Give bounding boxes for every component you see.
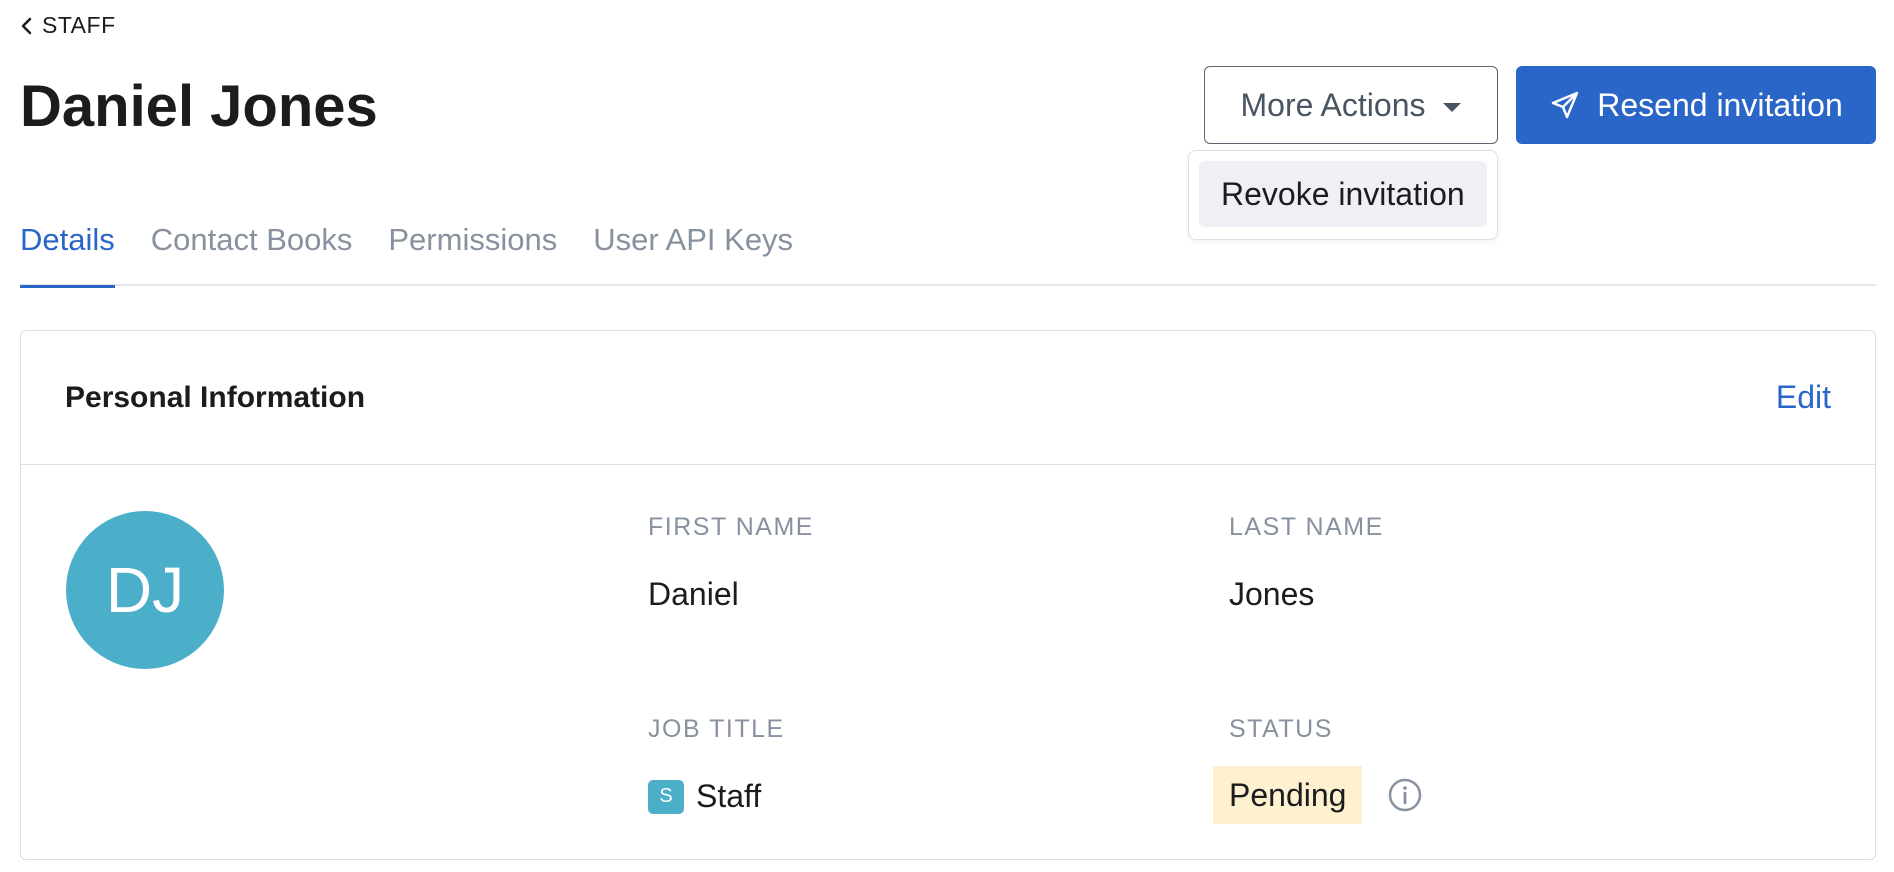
caret-down-icon — [1443, 102, 1462, 112]
job-title-field: JOB TITLE S Staff — [648, 715, 785, 815]
tab-bar: Details Contact Books Permissions User A… — [20, 210, 1876, 288]
tab-details[interactable]: Details — [20, 210, 115, 288]
first-name-value: Daniel — [648, 576, 739, 612]
last-name-field: LAST NAME Jones — [1229, 513, 1384, 613]
last-name-label: LAST NAME — [1229, 513, 1384, 541]
job-title-label: JOB TITLE — [648, 715, 785, 743]
breadcrumb-back-link[interactable]: STAFF — [20, 12, 116, 39]
personal-information-card: Personal Information Edit DJ FIRST NAME … — [20, 330, 1876, 860]
tab-user-api-keys[interactable]: User API Keys — [593, 210, 793, 286]
card-header: Personal Information Edit — [21, 331, 1875, 465]
tab-permissions[interactable]: Permissions — [388, 210, 557, 286]
status-label: STATUS — [1229, 715, 1333, 743]
breadcrumb-label: STAFF — [42, 12, 116, 38]
edit-link[interactable]: Edit — [1776, 379, 1831, 416]
more-actions-label: More Actions — [1240, 86, 1426, 123]
status-value-row: Pending — [1213, 766, 1424, 824]
status-field: STATUS Pending — [1213, 715, 1424, 824]
staff-detail-page: STAFF Daniel Jones More Actions Resend i… — [0, 0, 1894, 872]
card-title: Personal Information — [65, 380, 366, 414]
info-icon[interactable] — [1386, 776, 1424, 814]
resend-invitation-button[interactable]: Resend invitation — [1516, 66, 1876, 144]
tab-contact-books[interactable]: Contact Books — [151, 210, 353, 286]
job-title-badge: S — [648, 779, 684, 814]
page-title: Daniel Jones — [20, 74, 378, 139]
job-title-value: Staff — [696, 778, 762, 814]
send-icon — [1552, 91, 1579, 119]
first-name-label: FIRST NAME — [648, 513, 814, 541]
resend-invitation-label: Resend invitation — [1597, 86, 1843, 123]
chevron-left-icon — [21, 17, 32, 34]
more-actions-button[interactable]: More Actions — [1204, 66, 1498, 144]
last-name-value: Jones — [1229, 576, 1315, 612]
first-name-field: FIRST NAME Daniel — [648, 513, 814, 613]
status-badge: Pending — [1213, 766, 1363, 824]
avatar: DJ — [66, 511, 224, 669]
job-title-value-row: S Staff — [648, 778, 785, 815]
